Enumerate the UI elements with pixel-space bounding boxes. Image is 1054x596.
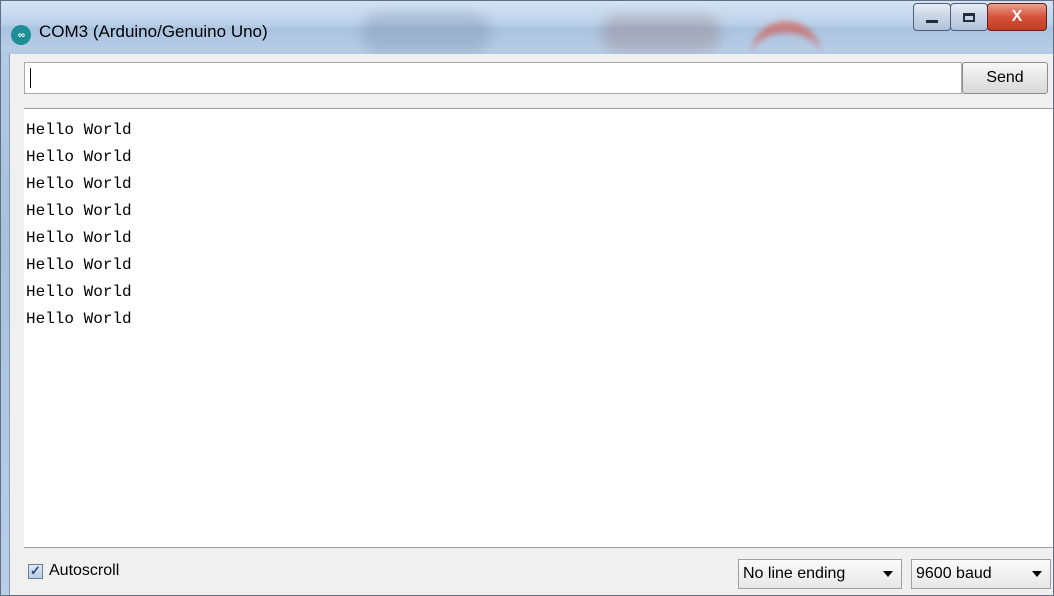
minimize-button[interactable]	[913, 3, 951, 31]
output-line: Hello World	[26, 175, 132, 193]
serial-output[interactable]: Hello World Hello World Hello World Hell…	[24, 108, 1053, 548]
serial-input[interactable]	[24, 62, 962, 94]
output-line: Hello World	[26, 229, 132, 247]
client-area: Send Hello World Hello World Hello World…	[9, 54, 1053, 595]
minimize-icon	[926, 19, 938, 23]
maximize-icon	[963, 12, 975, 22]
autoscroll-label: Autoscroll	[49, 562, 120, 579]
serial-monitor-window: ∞ COM3 (Arduino/Genuino Uno) X Send Hell…	[0, 0, 1054, 596]
baud-rate-value: 9600 baud	[916, 565, 992, 582]
close-icon: X	[1011, 8, 1023, 25]
chevron-down-icon	[1032, 571, 1042, 577]
line-ending-select[interactable]: No line ending	[738, 559, 902, 589]
output-line: Hello World	[26, 202, 132, 220]
chevron-down-icon	[883, 571, 893, 577]
title-bar[interactable]: ∞ COM3 (Arduino/Genuino Uno) X	[1, 1, 1053, 53]
window-controls: X	[913, 3, 1047, 31]
output-line: Hello World	[26, 256, 132, 274]
autoscroll-checkbox[interactable]: ✓	[28, 563, 43, 579]
output-line: Hello World	[26, 283, 132, 301]
line-ending-value: No line ending	[743, 565, 846, 582]
text-caret	[30, 68, 31, 88]
output-line: Hello World	[26, 310, 132, 328]
close-button[interactable]: X	[987, 3, 1047, 31]
window-title: COM3 (Arduino/Genuino Uno)	[39, 22, 268, 41]
output-line: Hello World	[26, 121, 132, 139]
arduino-icon: ∞	[11, 25, 31, 45]
baud-rate-select[interactable]: 9600 baud	[911, 559, 1051, 589]
bottom-bar: ✓ Autoscroll No line ending 9600 baud	[10, 550, 1053, 595]
output-line: Hello World	[26, 148, 132, 166]
maximize-button[interactable]	[950, 3, 988, 31]
send-row: Send	[10, 54, 1053, 106]
autoscroll-toggle[interactable]: ✓ Autoscroll	[28, 562, 119, 580]
send-button[interactable]: Send	[962, 62, 1048, 94]
